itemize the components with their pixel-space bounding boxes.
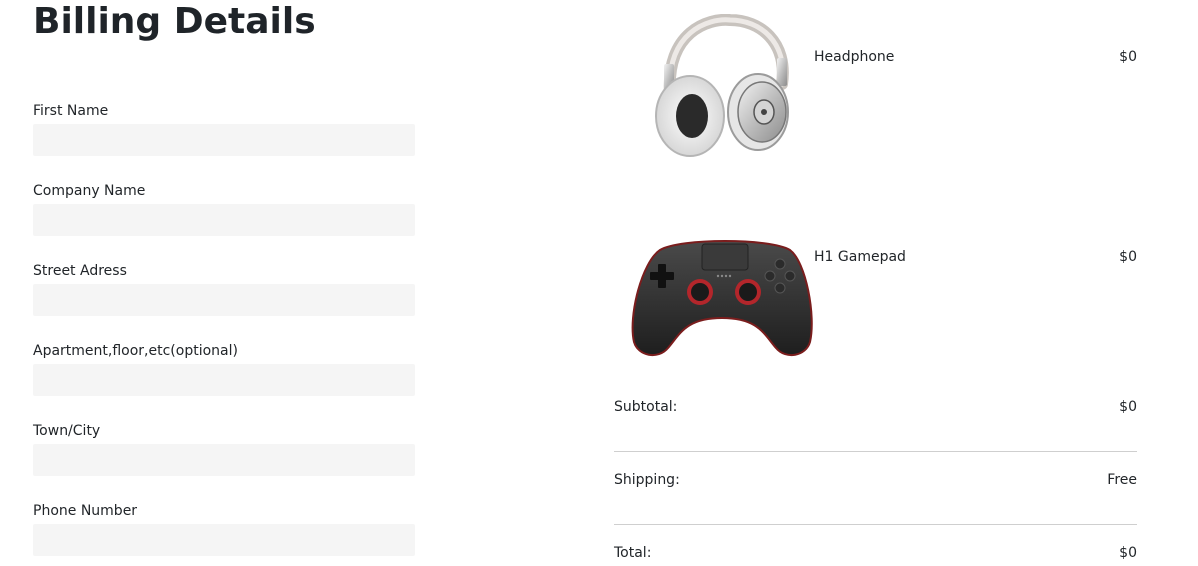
divider	[614, 524, 1137, 525]
divider	[614, 451, 1137, 452]
shipping-value: Free	[1107, 472, 1137, 488]
shipping-label: Shipping:	[614, 472, 680, 488]
apartment-label: Apartment,floor,etc(optional)	[33, 343, 238, 359]
product-name: Headphone	[814, 49, 895, 65]
town-city-label: Town/City	[33, 423, 101, 439]
headphone-icon	[630, 13, 814, 157]
phone-number-field-group: Phone Number	[33, 501, 415, 556]
product-name: H1 Gamepad	[814, 249, 906, 265]
phone-number-input[interactable]	[33, 524, 415, 556]
total-row: Total: $0	[614, 541, 1137, 565]
first-name-input[interactable]	[33, 124, 415, 156]
company-name-label: Company Name	[33, 183, 146, 199]
street-address-input[interactable]	[33, 284, 415, 316]
first-name-field-group: First Name	[33, 101, 415, 156]
first-name-label: First Name	[33, 103, 109, 119]
apartment-input[interactable]	[33, 364, 415, 396]
gamepad-icon	[630, 236, 814, 376]
street-address-label: Street Adress	[33, 263, 127, 279]
subtotal-label: Subtotal:	[614, 399, 678, 415]
order-item: H1 Gamepad $0	[614, 232, 1137, 362]
shipping-row: Shipping: Free	[614, 468, 1137, 492]
product-price: $0	[1119, 249, 1137, 265]
total-value: $0	[1119, 545, 1137, 561]
page-title: Billing Details	[33, 1, 316, 42]
town-city-field-group: Town/City	[33, 421, 415, 476]
phone-number-label: Phone Number	[33, 503, 138, 519]
product-price: $0	[1119, 49, 1137, 65]
company-name-input[interactable]	[33, 204, 415, 236]
town-city-input[interactable]	[33, 444, 415, 476]
subtotal-row: Subtotal: $0	[614, 395, 1137, 419]
order-item: Headphone $0	[614, 13, 1137, 164]
subtotal-value: $0	[1119, 399, 1137, 415]
total-label: Total:	[614, 545, 652, 561]
checkout-page: Billing Details First Name Company Name …	[0, 0, 1198, 566]
street-address-field-group: Street Adress	[33, 261, 415, 316]
company-name-field-group: Company Name	[33, 181, 415, 236]
apartment-field-group: Apartment,floor,etc(optional)	[33, 341, 415, 396]
